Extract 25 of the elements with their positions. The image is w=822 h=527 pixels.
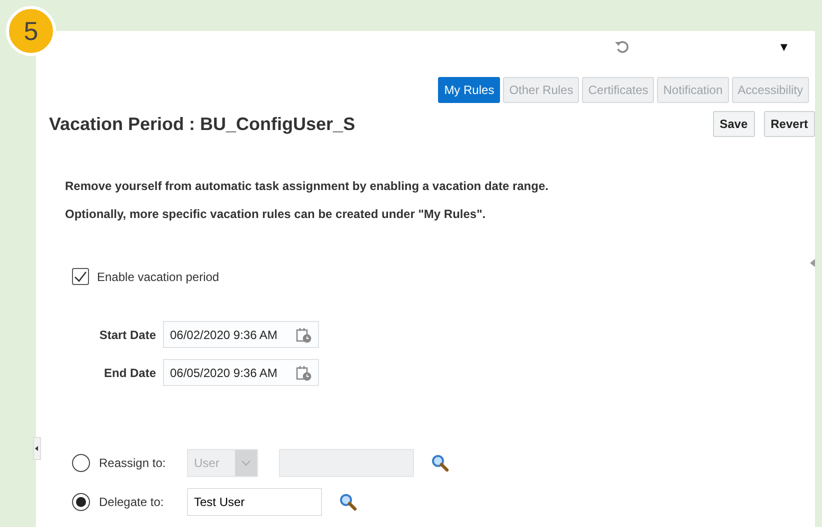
instruction-text: Optionally, more specific vacation rules can be created under "My Rules". bbox=[65, 207, 487, 221]
calendar-clock-icon[interactable] bbox=[296, 326, 312, 342]
radio-label: Reassign to: bbox=[99, 456, 167, 470]
search-icon[interactable] bbox=[431, 454, 449, 472]
toolbar-button[interactable]: Save bbox=[712, 111, 755, 137]
step-number-badge: 5 bbox=[6, 6, 56, 56]
checkbox-label: Enable vacation period bbox=[97, 270, 220, 284]
radio-button[interactable] bbox=[72, 493, 90, 511]
field-label: End Date bbox=[102, 366, 156, 380]
collapse-handle[interactable] bbox=[33, 437, 41, 460]
instruction-text: Remove yourself from automatic task assignment by enabling a vacation date range. bbox=[65, 179, 550, 193]
field-label: Start Date bbox=[98, 328, 156, 342]
date-field[interactable]: 06/05/2020 9:36 AM bbox=[163, 359, 319, 386]
menu-caret[interactable]: ▼ bbox=[778, 40, 790, 54]
tab[interactable]: My Rules bbox=[438, 77, 500, 103]
radio-label: Delegate to: bbox=[99, 495, 165, 509]
calendar-clock-icon[interactable] bbox=[296, 364, 312, 380]
date-field[interactable]: 06/02/2020 9:36 AM bbox=[163, 321, 319, 348]
checkbox[interactable] bbox=[72, 268, 89, 285]
page-title: Vacation Period : BU_ConfigUser_S bbox=[49, 114, 356, 134]
search-icon[interactable] bbox=[339, 493, 357, 511]
refresh-icon[interactable] bbox=[614, 39, 630, 55]
toolbar-button[interactable]: Revert bbox=[764, 111, 815, 137]
expand-arrow-icon[interactable] bbox=[809, 258, 815, 268]
user-field[interactable]: Test User bbox=[187, 488, 322, 516]
